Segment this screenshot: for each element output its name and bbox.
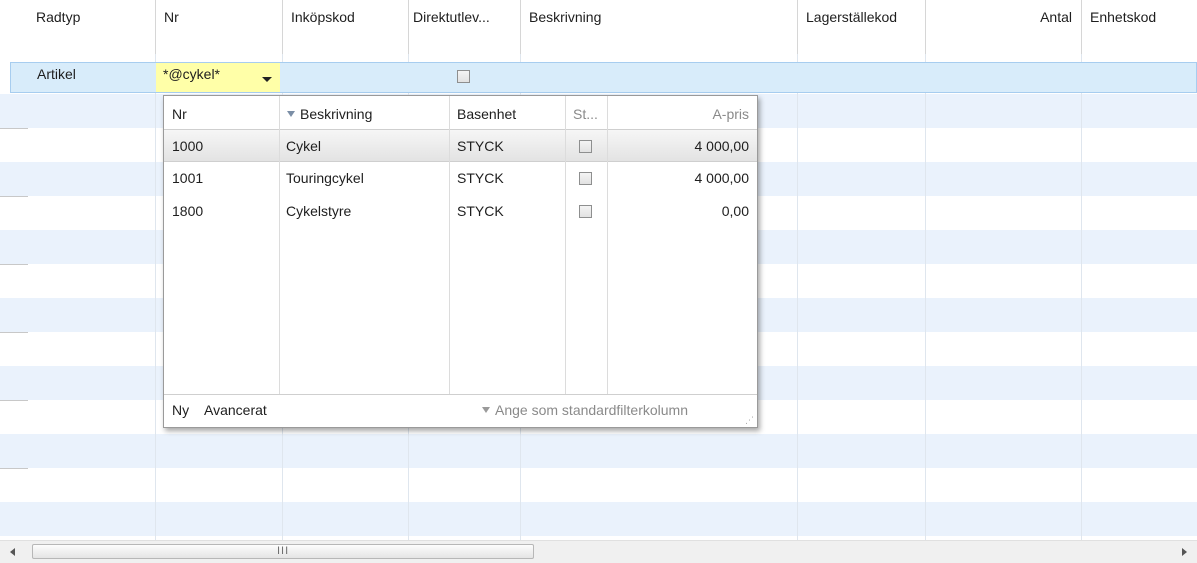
row-stripe — [0, 502, 1197, 536]
scrollbar-thumb[interactable]: III — [32, 544, 534, 559]
col-header-enhetskod[interactable]: Enhetskod — [1081, 0, 1197, 54]
col-header-antal[interactable]: Antal — [925, 0, 1082, 54]
thumb-grip: III — [277, 545, 290, 557]
row-divider — [0, 264, 28, 265]
lookup-cell-beskrivning: Cykelstyre — [286, 203, 352, 219]
lookup-cell-basenhet: STYCK — [457, 138, 504, 154]
row-divider — [0, 468, 28, 469]
nr-input[interactable]: *@cykel* — [156, 63, 280, 92]
set-default-filter-label: Ange som standardfilterkolumn — [495, 402, 688, 418]
col-header-nr[interactable]: Nr — [155, 0, 282, 54]
lookup-col-beskrivning-label: Beskrivning — [300, 106, 373, 122]
lookup-cell-apris: 4 000,00 — [694, 170, 750, 186]
lookup-cell-basenhet: STYCK — [457, 170, 504, 186]
row-stripe — [0, 434, 1197, 468]
col-header-beskrivning[interactable]: Beskrivning — [520, 0, 798, 54]
col-header-lagerstallekod[interactable]: Lagerställekod — [797, 0, 926, 54]
new-link[interactable]: Ny — [172, 402, 189, 418]
lookup-col-nr[interactable]: Nr — [164, 96, 279, 129]
lookup-column-divider — [565, 96, 566, 394]
lookup-cell-beskrivning: Cykel — [286, 138, 322, 154]
scroll-left-icon[interactable] — [10, 548, 15, 556]
set-default-filter-link[interactable]: Ange som standardfilterkolumn — [482, 402, 688, 418]
filter-icon — [482, 407, 490, 413]
lookup-footer: Ny Avancerat Ange som standardfilterkolu… — [164, 394, 757, 427]
row-divider — [0, 332, 28, 333]
lookup-col-basenhet[interactable]: Basenhet — [449, 96, 565, 129]
column-divider — [155, 54, 156, 540]
lookup-st-checkbox[interactable] — [579, 205, 592, 218]
col-header-inkopskod[interactable]: Inköpskod — [282, 0, 409, 54]
item-lookup-dropdown: Nr Beskrivning Basenhet St... A-pris 100… — [163, 95, 758, 428]
lookup-cell-beskrivning: Touringcykel — [286, 170, 364, 186]
lookup-column-divider — [449, 96, 450, 394]
column-divider — [797, 54, 798, 540]
horizontal-scrollbar[interactable]: III — [0, 540, 1197, 563]
lookup-column-divider — [607, 96, 608, 394]
lookup-st-checkbox[interactable] — [579, 172, 592, 185]
row-divider — [0, 400, 28, 401]
lookup-col-apris[interactable]: A-pris — [607, 96, 757, 129]
lookup-st-checkbox[interactable] — [579, 140, 592, 153]
lookup-col-st[interactable]: St... — [565, 96, 607, 129]
dropdown-caret-icon[interactable] — [262, 77, 272, 82]
resize-grip-icon[interactable]: ⋰ — [745, 415, 754, 426]
column-divider — [925, 54, 926, 540]
direktutlev-checkbox[interactable] — [457, 70, 470, 83]
lookup-cell-basenhet: STYCK — [457, 203, 504, 219]
lookup-row[interactable]: 1800 Cykelstyre STYCK 0,00 — [164, 195, 757, 228]
row-divider — [0, 196, 28, 197]
col-header-direktutlev[interactable]: Direktutlev... — [408, 0, 521, 54]
lookup-row[interactable]: 1001 Touringcykel STYCK 4 000,00 — [164, 162, 757, 195]
lookup-row[interactable]: 1000 Cykel STYCK 4 000,00 — [164, 129, 757, 162]
lookup-column-divider — [279, 96, 280, 394]
advanced-link[interactable]: Avancerat — [204, 402, 267, 418]
filter-icon — [287, 111, 295, 117]
grid-header: Radtyp Nr Inköpskod Direktutlev... Beskr… — [0, 0, 1197, 54]
lookup-cell-apris: 4 000,00 — [694, 138, 750, 154]
lookup-cell-nr: 1000 — [172, 138, 204, 154]
lookup-cell-nr: 1800 — [172, 203, 204, 219]
nr-input-value: *@cykel* — [163, 66, 221, 82]
lookup-header: Nr Beskrivning Basenhet St... A-pris — [164, 96, 757, 130]
cell-radtyp[interactable]: Artikel — [37, 66, 76, 82]
column-divider — [1081, 54, 1082, 540]
scroll-right-icon[interactable] — [1182, 548, 1187, 556]
lookup-col-beskrivning[interactable]: Beskrivning — [279, 96, 449, 129]
col-header-radtyp[interactable]: Radtyp — [28, 0, 156, 54]
lookup-cell-apris: 0,00 — [721, 203, 749, 219]
row-divider — [0, 128, 28, 129]
lookup-cell-nr: 1001 — [172, 170, 204, 186]
